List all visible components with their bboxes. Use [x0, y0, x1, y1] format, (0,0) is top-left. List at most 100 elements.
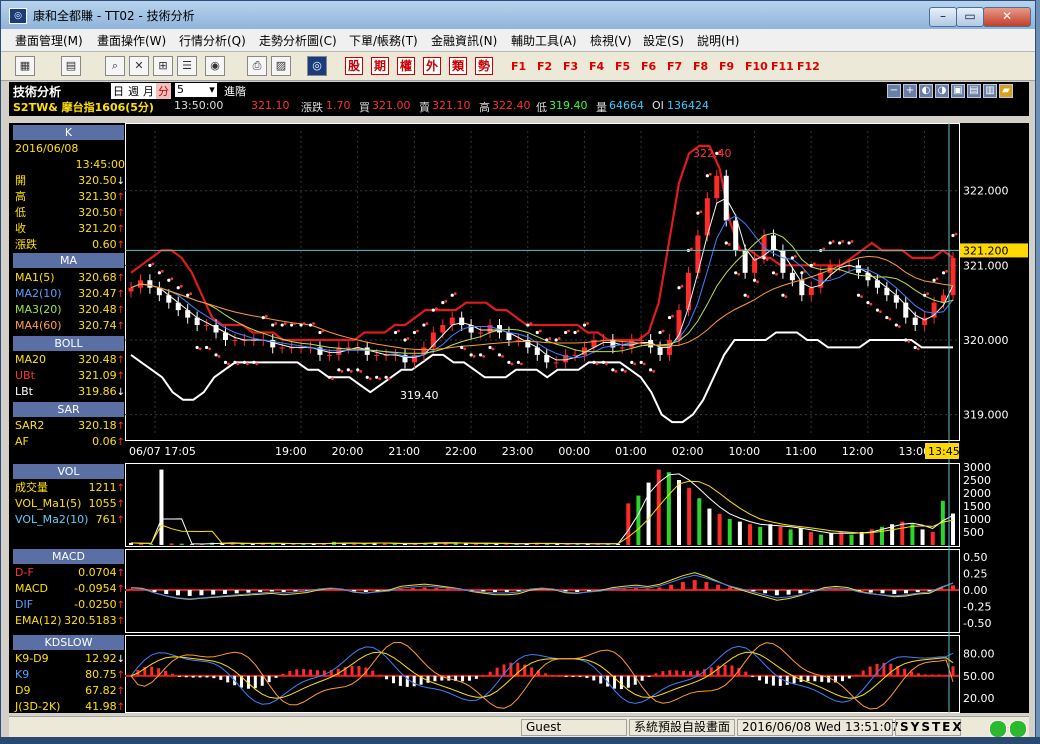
sar-dot [856, 293, 861, 297]
f1-button[interactable]: F1 [511, 60, 526, 73]
period-month-tab[interactable]: 月 [141, 83, 156, 99]
sar-dot [866, 301, 870, 305]
systex-logo-icon[interactable]: ◎ [307, 56, 327, 76]
menu-screen-mgmt[interactable]: 畫面管理(M) [15, 32, 83, 49]
sar-dot [658, 330, 662, 335]
sar-dot [403, 338, 407, 342]
zoom-out-icon[interactable]: − [887, 84, 901, 98]
sar-dot [264, 314, 268, 318]
menu-finance-info[interactable]: 金融資訊(N) [431, 32, 497, 49]
layout-icon[interactable]: ▦ [15, 56, 35, 76]
grid-icon[interactable]: ⊞ [153, 56, 173, 76]
quick-category-button[interactable]: 類 [449, 57, 467, 75]
candle-body [742, 250, 748, 273]
kd-histogram-bar [461, 675, 465, 682]
chart-icon[interactable]: ▨ [271, 56, 291, 76]
chevron-down-icon[interactable]: ▾ [207, 83, 217, 96]
sar-dot [368, 377, 372, 381]
volume-bar [727, 519, 732, 545]
sar-dot [567, 329, 571, 333]
kd-histogram-bar [378, 674, 382, 676]
save-icon[interactable]: ▤ [967, 84, 981, 98]
macd-histogram-bar [786, 590, 791, 595]
f4-button[interactable]: F4 [589, 60, 604, 73]
sar-dot [771, 271, 776, 275]
technical-chart[interactable]: 322.000 321.000 320.000 319.000 06/07 17:05 1… [125, 123, 1029, 713]
f3-button[interactable]: F3 [563, 60, 578, 73]
period-week-tab[interactable]: 週 [126, 83, 141, 99]
sar-dot [478, 353, 483, 357]
f7-button[interactable]: F7 [667, 60, 682, 73]
sar-dot [359, 369, 363, 373]
sar-row-label: AF [15, 435, 29, 448]
f5-button[interactable]: F5 [615, 60, 630, 73]
f8-button[interactable]: F8 [693, 60, 708, 73]
close-window-icon[interactable]: ✕ [129, 56, 149, 76]
menu-screen-ops[interactable]: 畫面操作(W) [97, 32, 166, 49]
search-plus-icon[interactable]: ◑ [935, 84, 949, 98]
monitor-icon[interactable]: ▤ [61, 56, 81, 76]
change-label: 漲跌 [301, 101, 323, 114]
f2-button[interactable]: F2 [537, 60, 552, 73]
print-chart-icon[interactable]: ▥ [983, 84, 997, 98]
period-minute-tab[interactable]: 分 [156, 83, 171, 99]
high-value: 322.40 [492, 99, 531, 112]
f9-button[interactable]: F9 [719, 60, 734, 73]
menu-view[interactable]: 檢視(V) [590, 32, 632, 49]
time-tick-label: 00:00 [558, 445, 590, 458]
f6-button[interactable]: F6 [641, 60, 656, 73]
power-icon[interactable] [1009, 720, 1027, 738]
macd-histogram-bar [281, 590, 286, 592]
ma-row-value: 320.74↑ [78, 319, 125, 332]
close-button[interactable]: ✕ [983, 7, 1031, 27]
advanced-button[interactable]: 進階 [224, 83, 246, 99]
f12-button[interactable]: F12 [797, 60, 820, 73]
minimize-button[interactable]: – [929, 7, 957, 27]
candle-body [147, 280, 153, 288]
volume-bar [189, 544, 194, 545]
sar-dot [375, 375, 379, 379]
search-icon[interactable]: ⌕ [105, 56, 125, 76]
kd-histogram-bar [599, 675, 603, 684]
f11-button[interactable]: F11 [771, 60, 794, 73]
volume-bar [788, 529, 793, 545]
globe-icon[interactable]: ◉ [205, 56, 225, 76]
menu-tools[interactable]: 輔助工具(A) [511, 32, 577, 49]
sar-dot [510, 362, 514, 366]
quick-stock-button[interactable]: 股 [345, 57, 363, 75]
menu-order-account[interactable]: 下單/帳務(T) [349, 32, 418, 49]
sar-dot [160, 269, 164, 273]
maximize-button[interactable]: ▭ [956, 7, 984, 27]
period-day-tab[interactable]: 日 [111, 83, 126, 99]
print-icon[interactable]: ⎙ [247, 56, 267, 76]
kd-histogram-bar [861, 670, 865, 676]
menu-help[interactable]: 說明(H) [697, 32, 739, 49]
menu-settings[interactable]: 設定(S) [643, 32, 684, 49]
sar-dot [217, 354, 221, 358]
search-minus-icon[interactable]: ◐ [919, 84, 933, 98]
candle-body [478, 332, 484, 334]
sar-dot [529, 322, 533, 325]
sar-row-value: 0.06↑ [92, 435, 125, 448]
folder-icon[interactable]: ▰ [999, 84, 1013, 98]
quick-trend-button[interactable]: 勢 [475, 57, 493, 75]
kd-histogram-bar [571, 675, 575, 677]
sar-dot [907, 340, 911, 343]
sar-dot [151, 262, 155, 266]
menu-trend-chart[interactable]: 走勢分析圖(C) [259, 32, 337, 49]
macd-histogram-bar [493, 590, 498, 592]
kd-histogram-bar [785, 675, 789, 685]
f10-button[interactable]: F10 [745, 60, 768, 73]
menu-quote-analysis[interactable]: 行情分析(Q) [179, 32, 246, 49]
quick-futures-button[interactable]: 期 [371, 57, 389, 75]
time-tick-label: 23:00 [502, 445, 534, 458]
sar-dot [280, 323, 284, 327]
quick-foreign-button[interactable]: 外 [423, 57, 441, 75]
volume-bar [900, 521, 905, 545]
k-row: 開 320.50↓ [13, 173, 127, 189]
sar-dot [614, 369, 618, 373]
quick-options-button[interactable]: 權 [397, 57, 415, 75]
zoom-in-icon[interactable]: + [903, 84, 917, 98]
settings-icon[interactable]: ▣ [951, 84, 965, 98]
list-icon[interactable]: ☰ [177, 56, 197, 76]
